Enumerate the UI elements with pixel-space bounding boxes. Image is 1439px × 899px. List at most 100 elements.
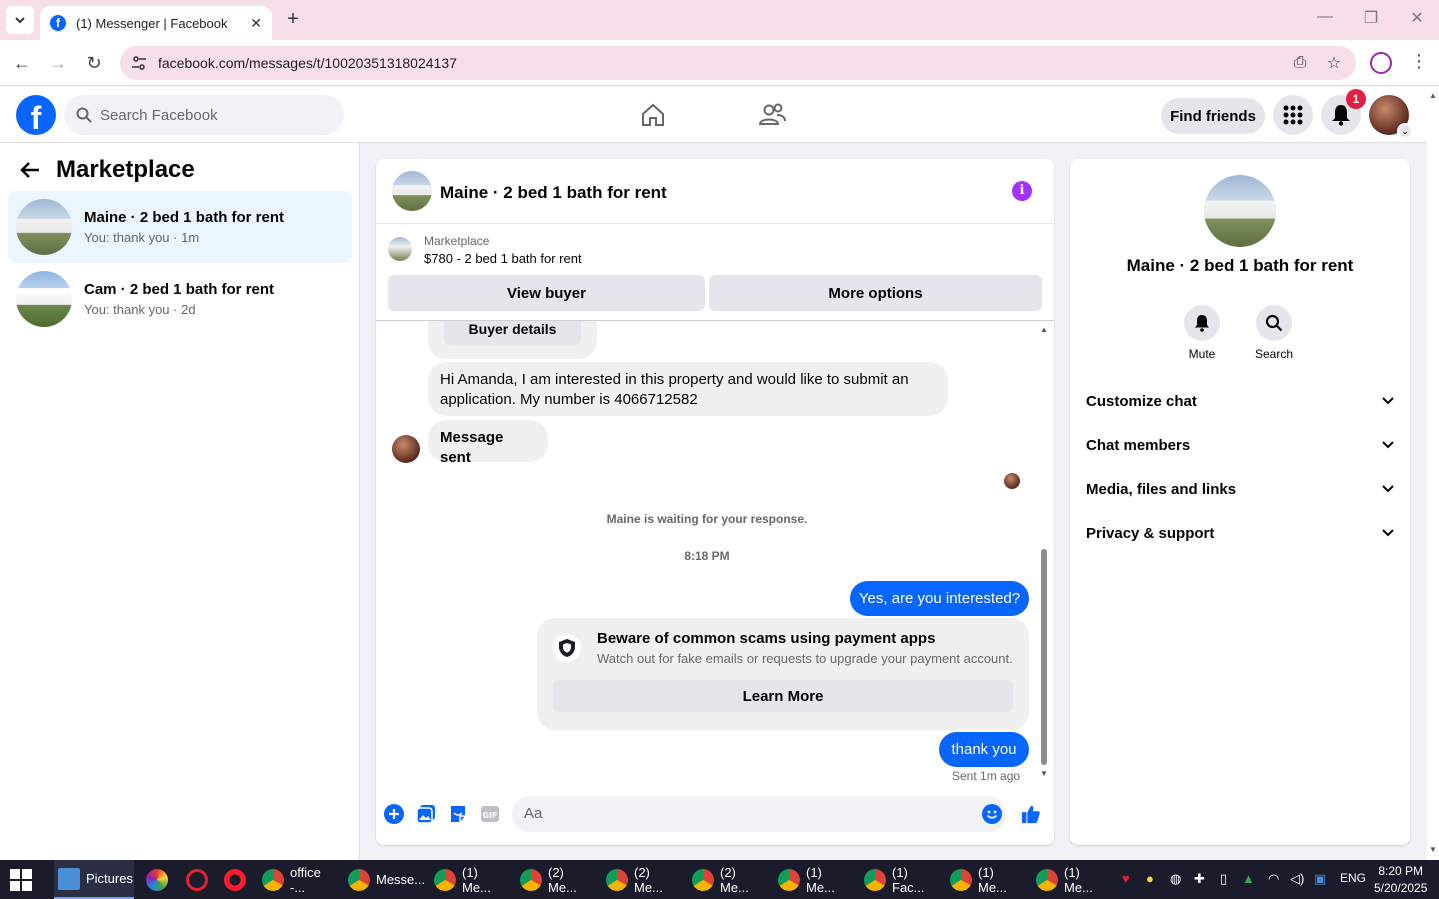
customize-chat-section[interactable]: Customize chat xyxy=(1086,381,1394,421)
taskbar-item[interactable]: (1) Me... xyxy=(774,860,856,899)
search-action[interactable]: Search xyxy=(1244,305,1304,361)
plus-tray-icon[interactable]: ✚ xyxy=(1194,871,1205,887)
page-scrollbar[interactable]: ▲ ▼ xyxy=(1427,87,1439,860)
browser-menu-icon[interactable]: ⋮ xyxy=(1410,51,1428,72)
taskbar-item[interactable]: Pictures xyxy=(54,860,134,899)
bookmark-star-icon[interactable]: ☆ xyxy=(1324,53,1344,73)
like-thumb-icon[interactable] xyxy=(1021,804,1041,824)
view-buyer-button[interactable]: View buyer xyxy=(388,275,705,311)
buyer-details-button[interactable]: Buyer details xyxy=(444,321,581,345)
buyer-card: Buyer details xyxy=(428,321,597,359)
tab-title: (1) Messenger | Facebook xyxy=(76,15,228,31)
listing-price-title[interactable]: $780 - 2 bed 1 bath for rent xyxy=(424,251,582,266)
privacy-support-section[interactable]: Privacy & support xyxy=(1086,513,1394,553)
chat-title[interactable]: Maine · 2 bed 1 bath for rent xyxy=(440,183,667,203)
usb-tray-icon[interactable]: ▯ xyxy=(1220,871,1227,887)
message-timestamp: 8:18 PM xyxy=(684,549,730,563)
tab-search-dropdown[interactable] xyxy=(6,6,34,34)
reload-button[interactable]: ↻ xyxy=(82,51,106,75)
volume-icon[interactable]: ◁) xyxy=(1290,871,1304,887)
scroll-down-arrow-icon[interactable]: ▼ xyxy=(1429,845,1437,854)
browser-tab-active[interactable]: f (1) Messenger | Facebook ✕ xyxy=(40,6,272,40)
taskbar-item[interactable]: (1) Me... xyxy=(430,860,512,899)
globe-tray-icon[interactable]: ◍ xyxy=(1170,871,1181,887)
chat-avatar[interactable] xyxy=(392,171,432,211)
sticker-icon[interactable] xyxy=(448,804,468,824)
taskbar-item[interactable]: (2) Me... xyxy=(516,860,598,899)
scroll-up-arrow-icon[interactable]: ▲ xyxy=(1429,91,1437,100)
taskbar-item[interactable]: office -... xyxy=(258,860,340,899)
friends-icon[interactable] xyxy=(756,99,788,131)
back-button[interactable]: ← xyxy=(10,51,34,75)
menu-grid-icon[interactable] xyxy=(1273,95,1313,135)
conversation-item[interactable]: Cam · 2 bed 1 bath for rent You: thank y… xyxy=(8,263,352,335)
chevron-down-icon xyxy=(1382,397,1394,405)
emoji-icon[interactable] xyxy=(982,804,1002,824)
more-options-button[interactable]: More options xyxy=(709,275,1042,311)
home-icon[interactable] xyxy=(637,99,669,131)
taskbar-item[interactable]: (1) Fac... xyxy=(860,860,942,899)
taskbar-item[interactable] xyxy=(142,860,178,899)
message-scrollbar[interactable]: ▲ ▼ xyxy=(1040,321,1048,785)
address-bar[interactable]: facebook.com/messages/t/1002035131802413… xyxy=(120,46,1356,80)
sent-status: Sent 1m ago xyxy=(952,769,1021,783)
mute-action[interactable]: Mute xyxy=(1172,305,1232,361)
language-indicator[interactable]: ENG xyxy=(1340,871,1366,885)
display-tray-icon[interactable]: ▣ xyxy=(1314,871,1326,887)
media-files-links-section[interactable]: Media, files and links xyxy=(1086,469,1394,509)
taskbar-label: (1) Me... xyxy=(462,864,491,895)
message-input[interactable]: Aa xyxy=(512,796,1006,832)
facebook-search-input[interactable]: Search Facebook xyxy=(64,95,344,135)
taskbar-item[interactable]: (1) Me... xyxy=(1032,860,1114,899)
facebook-favicon-icon: f xyxy=(50,15,66,31)
scam-warning-description: Watch out for fake emails or requests to… xyxy=(597,651,1013,666)
browser-profile-icon[interactable] xyxy=(1370,52,1392,74)
back-arrow-icon[interactable] xyxy=(20,159,40,185)
account-avatar[interactable]: ⌄ xyxy=(1369,95,1413,139)
new-tab-button[interactable]: + xyxy=(282,8,304,30)
clock-time: 8:20 PM xyxy=(1378,864,1424,878)
windows-start-icon[interactable] xyxy=(10,869,32,891)
taskbar-item[interactable]: Messe... xyxy=(344,860,426,899)
conversation-name: Cam · 2 bed 1 bath for rent xyxy=(84,281,275,298)
taskbar-item[interactable] xyxy=(182,860,218,899)
drive-tray-icon[interactable]: ▲ xyxy=(1242,871,1255,886)
chevron-down-icon: ⌄ xyxy=(1397,123,1413,139)
learn-more-button[interactable]: Learn More xyxy=(553,680,1013,712)
close-tab-icon[interactable]: ✕ xyxy=(250,15,262,32)
taskbar-item[interactable] xyxy=(220,860,256,899)
search-label: Search xyxy=(1254,347,1294,361)
install-app-icon[interactable]: ⎙ xyxy=(1290,53,1310,73)
close-window-button[interactable]: ✕ xyxy=(1402,8,1432,28)
photo-gallery-icon[interactable] xyxy=(416,804,436,824)
scroll-up-arrow-icon[interactable]: ▲ xyxy=(1040,325,1048,334)
facebook-logo-icon[interactable]: f xyxy=(16,95,56,135)
conversation-item[interactable]: Maine · 2 bed 1 bath for rent You: thank… xyxy=(8,191,352,263)
find-friends-button[interactable]: Find friends xyxy=(1161,98,1265,134)
chrome-icon xyxy=(950,868,972,891)
forward-button[interactable]: → xyxy=(46,51,70,75)
info-icon[interactable]: i xyxy=(1012,181,1032,201)
pictures-folder-icon xyxy=(58,867,80,890)
chat-avatar-large[interactable] xyxy=(1204,175,1276,247)
opera-icon xyxy=(224,868,246,891)
wifi-icon[interactable]: ◠ xyxy=(1268,871,1279,887)
taskbar-label: (2) Me... xyxy=(634,864,663,895)
heart-tray-icon[interactable]: ♥ xyxy=(1122,871,1130,886)
section-label: Chat members xyxy=(1086,436,1191,454)
taskbar-item[interactable]: (2) Me... xyxy=(602,860,684,899)
system-clock[interactable]: 8:20 PM 5/20/2025 xyxy=(1374,863,1427,897)
restore-window-button[interactable]: ❐ xyxy=(1356,8,1386,28)
chrome-icon xyxy=(262,868,284,891)
chat-members-section[interactable]: Chat members xyxy=(1086,425,1394,465)
taskbar-item[interactable]: (1) Me... xyxy=(946,860,1028,899)
gif-icon[interactable]: GIF xyxy=(480,804,500,824)
app-tray-icon[interactable]: ● xyxy=(1146,871,1154,886)
minimize-window-button[interactable]: — xyxy=(1310,8,1340,26)
taskbar-item[interactable]: (2) Me... xyxy=(688,860,770,899)
site-settings-icon[interactable] xyxy=(130,54,148,72)
taskbar-label: (2) Me... xyxy=(548,864,577,895)
scrollbar-thumb[interactable] xyxy=(1041,549,1047,765)
add-plus-icon[interactable] xyxy=(384,804,404,824)
scroll-down-arrow-icon[interactable]: ▼ xyxy=(1040,769,1048,778)
